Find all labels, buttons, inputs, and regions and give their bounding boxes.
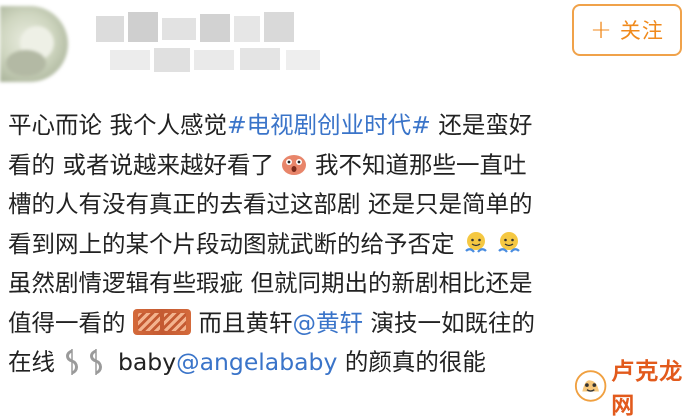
zan-emoji-icon	[132, 308, 191, 335]
post-line: 值得一看的 而且黄轩@黄轩 演技一如既往的	[8, 308, 535, 337]
avatar[interactable]	[0, 6, 68, 82]
doge-emoji-icon	[465, 231, 487, 253]
post-line: 看的 或者说越来越好看了 我不知道那些一直吐	[8, 150, 527, 179]
post-line: 虽然剧情逻辑有些瑕疵 但就同期出的新剧相比还是	[8, 269, 533, 297]
watermark-logo-icon	[574, 370, 607, 402]
coin-emoji-icon	[90, 349, 103, 375]
post-line: 看到网上的某个片段动图就武断的给予否定	[8, 225, 698, 265]
post-line: 槽的人有没有真正的去看过这部剧 还是只是简单的	[8, 190, 533, 218]
blurred-username	[90, 12, 380, 76]
watermark: 卢克龙网	[574, 359, 700, 419]
mention-link[interactable]: @黄轩	[292, 309, 363, 337]
surprised-face-icon	[282, 154, 307, 175]
topic-link[interactable]: #电视剧创业时代#	[227, 111, 431, 139]
post-header: + 关注	[0, 0, 700, 90]
coin-emoji-icon	[66, 349, 79, 375]
mention-link[interactable]: @angelababy	[176, 348, 337, 376]
plus-icon: +	[590, 15, 612, 45]
post-text: 平心而论 我个人感觉#电视剧创业时代# 还是蛮好 看的 或者说越来越好看了 我不…	[8, 106, 698, 383]
doge-emoji-icon	[498, 231, 521, 253]
follow-button-label: 关注	[619, 19, 664, 43]
post-line: 平心而论 我个人感觉#电视剧创业时代# 还是蛮好	[8, 111, 533, 139]
follow-button[interactable]: + 关注	[572, 4, 682, 56]
